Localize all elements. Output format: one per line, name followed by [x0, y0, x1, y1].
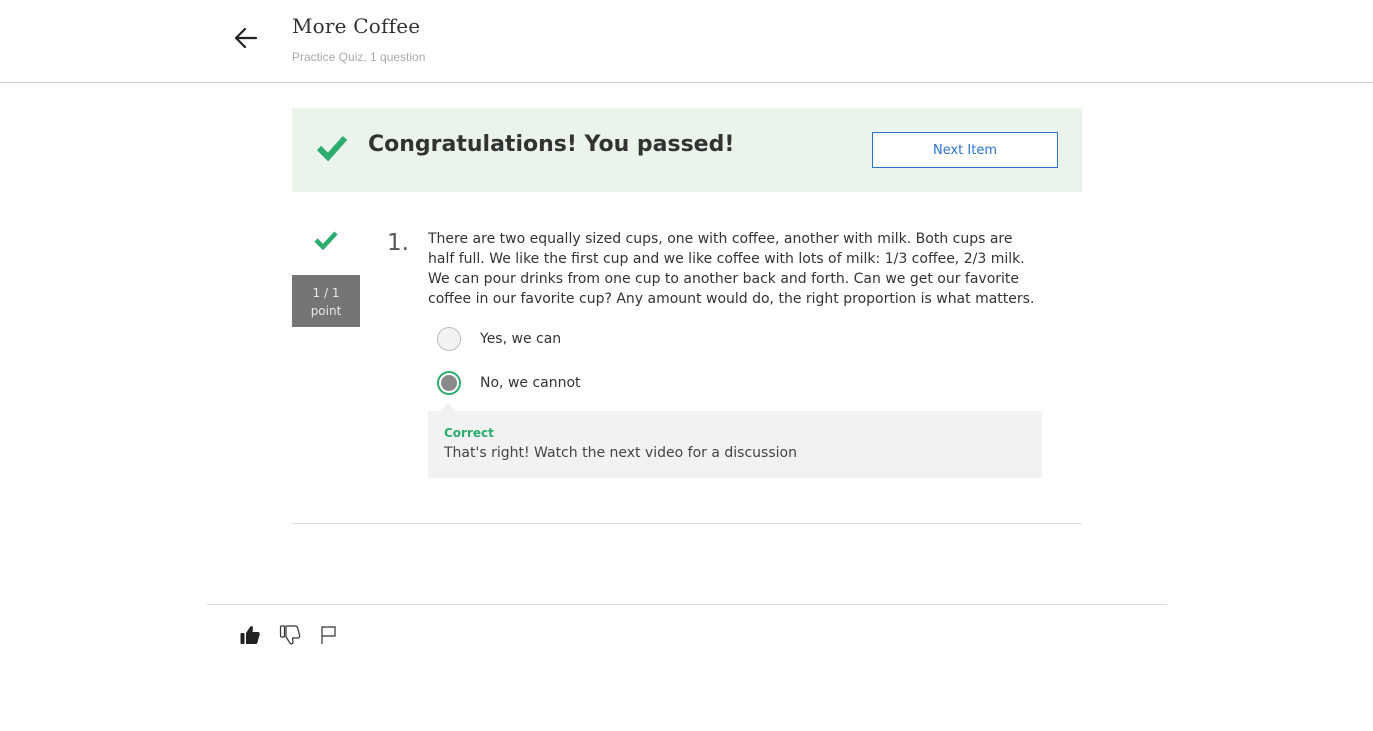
divider — [292, 523, 1082, 524]
back-arrow-icon[interactable] — [232, 24, 260, 52]
option-label: No, we cannot — [480, 375, 581, 391]
divider — [207, 604, 1167, 605]
page-title: More Coffee — [292, 14, 421, 38]
option-no[interactable]: No, we cannot — [437, 371, 581, 395]
check-icon — [316, 134, 348, 162]
next-item-button[interactable]: Next Item — [872, 132, 1058, 168]
points-unit: point — [310, 304, 342, 318]
option-yes[interactable]: Yes, we can — [437, 327, 561, 351]
radio-button-selected[interactable] — [437, 371, 461, 395]
feedback-status: Correct — [444, 426, 494, 440]
question-number: 1. — [387, 230, 409, 256]
check-icon — [314, 230, 338, 251]
thumbs-down-icon[interactable] — [279, 624, 301, 646]
page-subtitle: Practice Quiz, 1 question — [292, 50, 426, 64]
option-label: Yes, we can — [480, 331, 562, 347]
thumbs-up-icon[interactable] — [239, 624, 261, 646]
flag-icon[interactable] — [318, 624, 340, 646]
radio-button[interactable] — [437, 327, 461, 351]
page-header: More Coffee Practice Quiz, 1 question — [0, 0, 1373, 83]
pass-message: Congratulations! You passed! — [368, 132, 735, 157]
feedback-message: That's right! Watch the next video for a… — [444, 445, 797, 461]
question-text: There are two equally sized cups, one wi… — [428, 231, 1035, 307]
pass-banner: Congratulations! You passed! Next Item — [292, 108, 1082, 192]
points-badge: 1 / 1 point — [292, 275, 360, 327]
answer-feedback: Correct That's right! Watch the next vid… — [428, 403, 1042, 478]
points-score: 1 / 1 — [312, 286, 340, 300]
